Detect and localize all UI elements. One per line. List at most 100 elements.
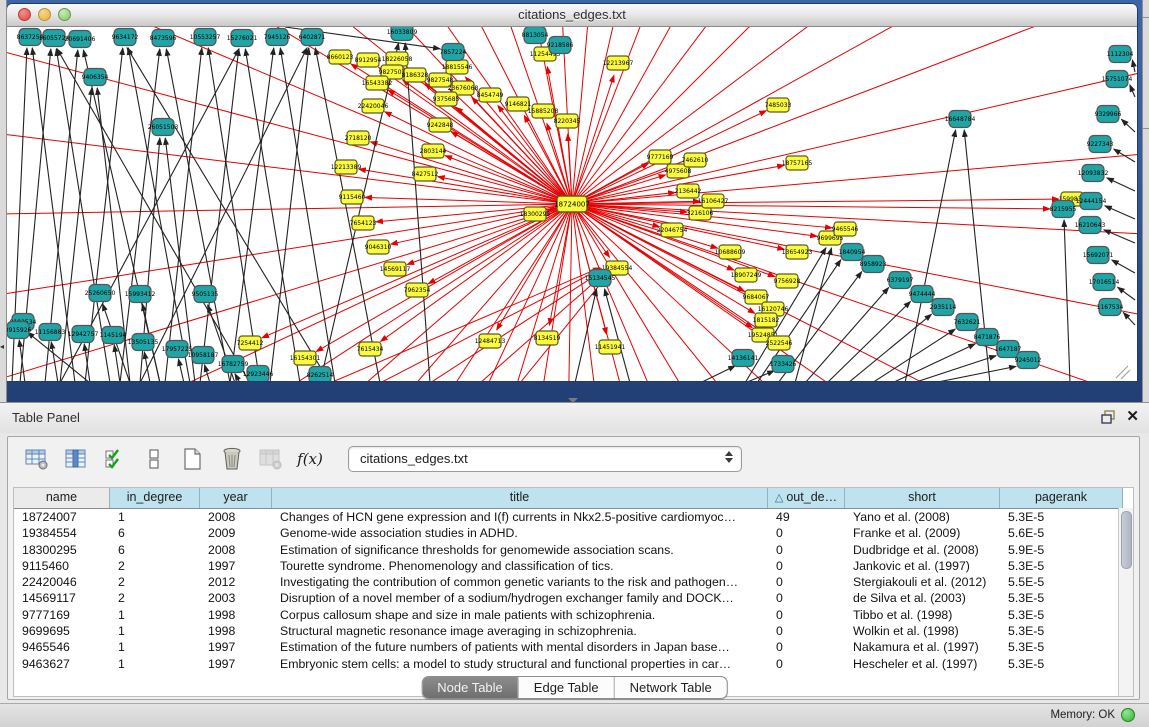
table-cell[interactable]: 1: [110, 623, 200, 639]
table-cell[interactable]: 0: [768, 607, 845, 623]
table-row[interactable]: 969969511998Structural magnetic resonanc…: [14, 623, 1133, 639]
table-cell[interactable]: 0: [768, 542, 845, 558]
table-cell[interactable]: 1997: [200, 656, 272, 672]
close-panel-icon[interactable]: ✕: [1126, 407, 1139, 425]
table-cell[interactable]: 1: [110, 607, 200, 623]
table-cell[interactable]: 2012: [200, 574, 272, 590]
table-cell[interactable]: Jankovic et al. (1997): [845, 558, 1000, 574]
table-cell[interactable]: 2009: [200, 525, 272, 541]
table-cell[interactable]: 9115460: [14, 558, 110, 574]
table-row[interactable]: 946362711997Embryonic stem cells: a mode…: [14, 656, 1133, 672]
table-cell[interactable]: 5.6E-5: [1000, 525, 1123, 541]
window-titlebar[interactable]: citations_edges.txt: [7, 4, 1137, 27]
table-cell[interactable]: 5.3E-5: [1000, 623, 1123, 639]
table-cell[interactable]: 0: [768, 558, 845, 574]
column-header-outde[interactable]: △out_de…: [768, 488, 845, 508]
table-cell[interactable]: 14569117: [14, 590, 110, 606]
select-columns-button[interactable]: [102, 447, 128, 471]
tab-node-table[interactable]: Node Table: [422, 677, 518, 698]
table-cell[interactable]: Nakamura et al. (1997): [845, 639, 1000, 655]
column-header-pagerank[interactable]: pagerank: [1000, 488, 1123, 508]
table-cell[interactable]: 2: [110, 558, 200, 574]
table-cell[interactable]: 2: [110, 590, 200, 606]
table-row[interactable]: 1830029562008Estimation of significance …: [14, 542, 1133, 558]
left-panel-divider[interactable]: ◂: [0, 0, 7, 402]
table-cell[interactable]: 6: [110, 542, 200, 558]
table-cell[interactable]: 5.9E-5: [1000, 542, 1123, 558]
table-cell[interactable]: 49: [768, 509, 845, 525]
table-cell[interactable]: 9777169: [14, 607, 110, 623]
row-height-button[interactable]: [141, 447, 167, 471]
table-cell[interactable]: Yano et al. (2008): [845, 509, 1000, 525]
table-cell[interactable]: Dudbridge et al. (2008): [845, 542, 1000, 558]
table-cell[interactable]: 9699695: [14, 623, 110, 639]
table-cell[interactable]: 0: [768, 574, 845, 590]
table-cell[interactable]: 1998: [200, 623, 272, 639]
collapse-arrow-icon[interactable]: ◂: [0, 342, 4, 351]
table-cell[interactable]: Corpus callosum shape and size in male p…: [272, 607, 768, 623]
table-cell[interactable]: 19384554: [14, 525, 110, 541]
table-row[interactable]: 946554611997Estimation of the future num…: [14, 639, 1133, 655]
table-cell[interactable]: Embryonic stem cells: a model to study s…: [272, 656, 768, 672]
table-cell[interactable]: 5.3E-5: [1000, 509, 1123, 525]
table-row[interactable]: 1872400712008Changes of HCN gene express…: [14, 509, 1133, 525]
table-cell[interactable]: 0: [768, 590, 845, 606]
table-cell[interactable]: 5.3E-5: [1000, 656, 1123, 672]
float-panel-icon[interactable]: [1101, 410, 1117, 424]
show-columns-button[interactable]: [63, 447, 89, 471]
table-cell[interactable]: 9463627: [14, 656, 110, 672]
right-panel-divider[interactable]: [1142, 0, 1149, 402]
tab-edge-table[interactable]: Edge Table: [518, 677, 614, 698]
table-cell[interactable]: Disruption of a novel member of a sodium…: [272, 590, 768, 606]
column-header-year[interactable]: year: [200, 488, 272, 508]
table-mode-button[interactable]: [24, 447, 50, 471]
table-cell[interactable]: 1: [110, 639, 200, 655]
table-cell[interactable]: 2003: [200, 590, 272, 606]
delete-table-button[interactable]: [258, 447, 284, 471]
table-cell[interactable]: Wolkin et al. (1998): [845, 623, 1000, 639]
resize-grip-icon[interactable]: [1116, 366, 1128, 378]
table-cell[interactable]: 2: [110, 574, 200, 590]
table-cell[interactable]: Estimation of the future numbers of pati…: [272, 639, 768, 655]
table-scrollbar[interactable]: [1118, 508, 1133, 696]
table-cell[interactable]: 18300295: [14, 542, 110, 558]
column-header-short[interactable]: short: [845, 488, 1000, 508]
table-cell[interactable]: 5.3E-5: [1000, 558, 1123, 574]
table-cell[interactable]: Stergiakouli et al. (2012): [845, 574, 1000, 590]
table-cell[interactable]: de Silva et al. (2003): [845, 590, 1000, 606]
table-cell[interactable]: 1: [110, 509, 200, 525]
create-column-button[interactable]: [180, 447, 206, 471]
table-cell[interactable]: Hescheler et al. (1997): [845, 656, 1000, 672]
table-cell[interactable]: 6: [110, 525, 200, 541]
table-cell[interactable]: 5.3E-5: [1000, 639, 1123, 655]
delete-column-button[interactable]: [219, 447, 245, 471]
table-cell[interactable]: 0: [768, 656, 845, 672]
table-cell[interactable]: 0: [768, 623, 845, 639]
table-cell[interactable]: 5.5E-5: [1000, 574, 1123, 590]
table-cell[interactable]: Tourette syndrome. Phenomenology and cla…: [272, 558, 768, 574]
table-cell[interactable]: 5.3E-5: [1000, 607, 1123, 623]
tab-network-table[interactable]: Network Table: [614, 677, 727, 698]
column-header-title[interactable]: title: [272, 488, 768, 508]
table-cell[interactable]: 22420046: [14, 574, 110, 590]
table-cell[interactable]: Changes of HCN gene expression and I(f) …: [272, 509, 768, 525]
table-cell[interactable]: 9465546: [14, 639, 110, 655]
splitter-handle[interactable]: [568, 398, 578, 403]
table-cell[interactable]: 0: [768, 639, 845, 655]
table-cell[interactable]: 5.3E-5: [1000, 590, 1123, 606]
table-cell[interactable]: 2008: [200, 542, 272, 558]
table-row[interactable]: 2242004622012Investigating the contribut…: [14, 574, 1133, 590]
table-row[interactable]: 1456911722003Disruption of a novel membe…: [14, 590, 1133, 606]
function-builder-button[interactable]: f(x): [297, 447, 323, 471]
table-row[interactable]: 911546021997Tourette syndrome. Phenomeno…: [14, 558, 1133, 574]
table-cell[interactable]: Estimation of significance thresholds fo…: [272, 542, 768, 558]
table-cell[interactable]: 2008: [200, 509, 272, 525]
network-view-window[interactable]: citations_edges.txt 86601238912954182260…: [7, 4, 1137, 381]
table-cell[interactable]: Tibbo et al. (1998): [845, 607, 1000, 623]
table-cell[interactable]: 1997: [200, 639, 272, 655]
table-cell[interactable]: 1: [110, 656, 200, 672]
table-cell[interactable]: Genome-wide association studies in ADHD.: [272, 525, 768, 541]
table-cell[interactable]: Investigating the contribution of common…: [272, 574, 768, 590]
table-cell[interactable]: 18724007: [14, 509, 110, 525]
network-canvas[interactable]: 8660123891295418226058982750381863289827…: [7, 27, 1137, 381]
